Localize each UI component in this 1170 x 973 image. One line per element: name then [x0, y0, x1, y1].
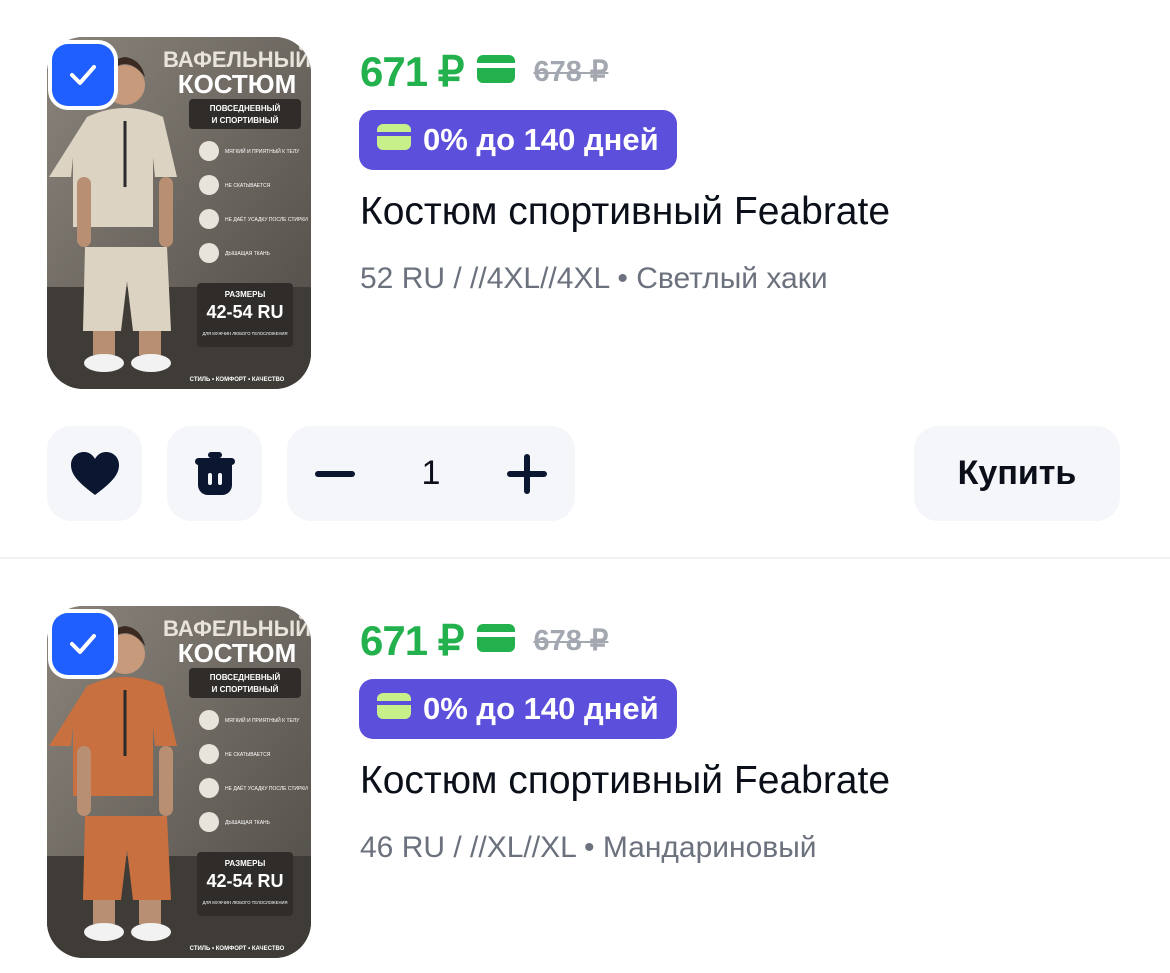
image-headline-2: КОСТЮМ: [178, 638, 297, 668]
product-title[interactable]: Костюм спортивный Feabrate: [360, 759, 890, 803]
image-size-note: ДЛЯ МУЖЧИН ЛЮБОГО ТЕЛОСЛОЖЕНИЯ: [202, 900, 287, 905]
checkmark-icon: [70, 634, 96, 654]
quantity-stepper: 1: [287, 426, 575, 521]
price-row: 671 ₽ 678 ₽: [360, 615, 608, 665]
heart-icon: [70, 451, 119, 495]
card-icon: [377, 691, 411, 727]
price-row: 671 ₽ 678 ₽: [360, 46, 608, 96]
favorite-button[interactable]: [47, 426, 142, 521]
installment-badge[interactable]: 0% до 140 дней: [359, 679, 677, 739]
image-footer: СТИЛЬ • КОМФОРТ • КАЧЕСТВО: [190, 377, 285, 383]
old-price: 678 ₽: [533, 55, 609, 88]
image-feature-3: НЕ ДАЁТ УСАДКУ ПОСЛЕ СТИРКИ: [225, 216, 308, 223]
product-variant: 52 RU / //4XL//4XL • Светлый хаки: [360, 262, 828, 295]
image-size-range: 42-54 RU: [206, 871, 283, 891]
installment-text: 0% до 140 дней: [423, 122, 659, 157]
product-variant: 46 RU / //XL//XL • Мандариновый: [360, 831, 817, 864]
increase-button[interactable]: [505, 452, 549, 496]
image-feature-2: НЕ СКАТЫВАЕТСЯ: [225, 183, 271, 189]
installment-badge[interactable]: 0% до 140 дней: [359, 110, 677, 170]
card-icon: [477, 54, 516, 88]
decrease-button[interactable]: [313, 452, 357, 496]
cart-item: ВАФЕЛЬНЫЙ КОСТЮМ ПОВСЕДНЕВНЫЙ И СПОРТИВН…: [0, 0, 1170, 558]
image-feature-4: ДЫШАЩАЯ ТКАНЬ: [225, 251, 271, 257]
image-feature-1: МЯГКИЙ И ПРИЯТНЫЙ К ТЕЛУ: [225, 147, 300, 155]
select-checkbox[interactable]: [52, 613, 114, 675]
current-price: 671 ₽: [360, 616, 464, 664]
card-icon: [377, 122, 411, 158]
card-icon: [477, 623, 516, 657]
installment-text: 0% до 140 дней: [423, 691, 659, 726]
select-checkbox[interactable]: [52, 44, 114, 106]
image-feature-4: ДЫШАЩАЯ ТКАНЬ: [225, 820, 271, 826]
plus-icon: [506, 453, 547, 494]
image-subtitle-1: ПОВСЕДНЕВНЫЙ: [210, 104, 281, 113]
product-title[interactable]: Костюм спортивный Feabrate: [360, 190, 890, 234]
image-feature-1: МЯГКИЙ И ПРИЯТНЫЙ К ТЕЛУ: [225, 716, 300, 724]
image-subtitle-2: И СПОРТИВНЫЙ: [212, 685, 279, 694]
image-feature-2: НЕ СКАТЫВАЕТСЯ: [225, 752, 271, 758]
image-size-note: ДЛЯ МУЖЧИН ЛЮБОГО ТЕЛОСЛОЖЕНИЯ: [202, 331, 287, 336]
image-size-range: 42-54 RU: [206, 302, 283, 322]
image-footer: СТИЛЬ • КОМФОРТ • КАЧЕСТВО: [190, 946, 285, 952]
trash-icon: [194, 451, 235, 495]
image-subtitle-2: И СПОРТИВНЫЙ: [212, 116, 279, 125]
image-size-label: РАЗМЕРЫ: [225, 859, 266, 868]
image-subtitle-1: ПОВСЕДНЕВНЫЙ: [210, 673, 281, 682]
image-feature-3: НЕ ДАЁТ УСАДКУ ПОСЛЕ СТИРКИ: [225, 785, 308, 792]
quantity-value: 1: [421, 454, 441, 492]
cart-item: ВАФЕЛЬНЫЙ КОСТЮМ ПОВСЕДНЕВНЫЙ И СПОРТИВН…: [0, 559, 1170, 973]
checkmark-icon: [70, 65, 96, 85]
buy-button[interactable]: Купить: [914, 426, 1120, 521]
current-price: 671 ₽: [360, 47, 464, 95]
old-price: 678 ₽: [533, 624, 609, 657]
delete-button[interactable]: [167, 426, 262, 521]
image-size-label: РАЗМЕРЫ: [225, 290, 266, 299]
minus-icon: [315, 470, 355, 477]
image-headline-2: КОСТЮМ: [178, 69, 297, 99]
